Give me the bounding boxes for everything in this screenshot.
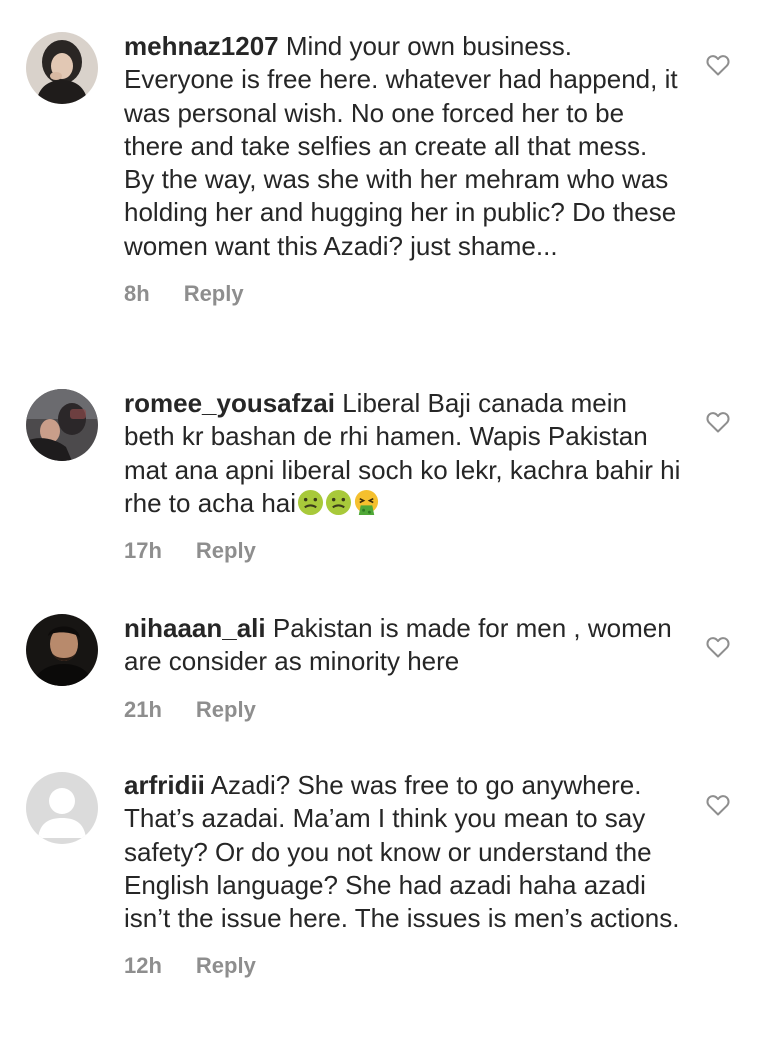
username-link[interactable]: nihaaan_ali (124, 613, 266, 643)
username-link[interactable]: arfridii (124, 770, 205, 800)
heart-outline-icon[interactable] (706, 54, 730, 76)
comment-body: arfridii Azadi? She was free to go anywh… (124, 769, 684, 979)
comment-message: Azadi? She was free to go anywhere. That… (124, 770, 680, 934)
heart-outline-icon[interactable] (706, 636, 730, 658)
comment-text: mehnaz1207 Mind your own business. Every… (124, 30, 684, 263)
avatar[interactable] (26, 772, 98, 844)
avatar[interactable] (26, 389, 98, 461)
comment-meta: 12h Reply (124, 953, 684, 979)
timestamp: 8h (124, 281, 150, 307)
avatar-image (26, 389, 98, 461)
reply-button[interactable]: Reply (196, 697, 256, 723)
comment-meta: 21h Reply (124, 697, 684, 723)
comment-text: nihaaan_ali Pakistan is made for men , w… (124, 612, 684, 679)
comment-body: mehnaz1207 Mind your own business. Every… (124, 30, 684, 307)
nauseated-face-icon (297, 489, 324, 515)
comment-body: nihaaan_ali Pakistan is made for men , w… (124, 612, 684, 723)
username-link[interactable]: mehnaz1207 (124, 31, 279, 61)
comment-text: romee_yousafzai Liberal Baji canada mein… (124, 387, 684, 520)
vomiting-face-icon (354, 489, 379, 515)
comment-body: romee_yousafzai Liberal Baji canada mein… (124, 387, 684, 564)
avatar-image (26, 614, 98, 686)
heart-outline-icon[interactable] (706, 794, 730, 816)
reply-button[interactable]: Reply (184, 281, 244, 307)
username-link[interactable]: romee_yousafzai (124, 388, 335, 418)
timestamp: 21h (124, 696, 162, 722)
reply-button[interactable]: Reply (196, 953, 256, 979)
avatar[interactable] (26, 614, 98, 686)
heart-outline-icon[interactable] (706, 411, 730, 433)
comment-message: Mind your own business. Everyone is free… (124, 31, 678, 261)
avatar-image (26, 32, 98, 104)
nauseated-face-icon (325, 489, 352, 515)
reply-button[interactable]: Reply (196, 538, 256, 564)
timestamp: 12h (124, 953, 162, 979)
timestamp: 17h (124, 538, 162, 564)
comment-meta: 17h Reply (124, 538, 684, 564)
avatar[interactable] (26, 32, 98, 104)
comment-meta: 8h Reply (124, 281, 684, 307)
default-avatar-icon (26, 772, 98, 844)
comment-text: arfridii Azadi? She was free to go anywh… (124, 769, 684, 935)
